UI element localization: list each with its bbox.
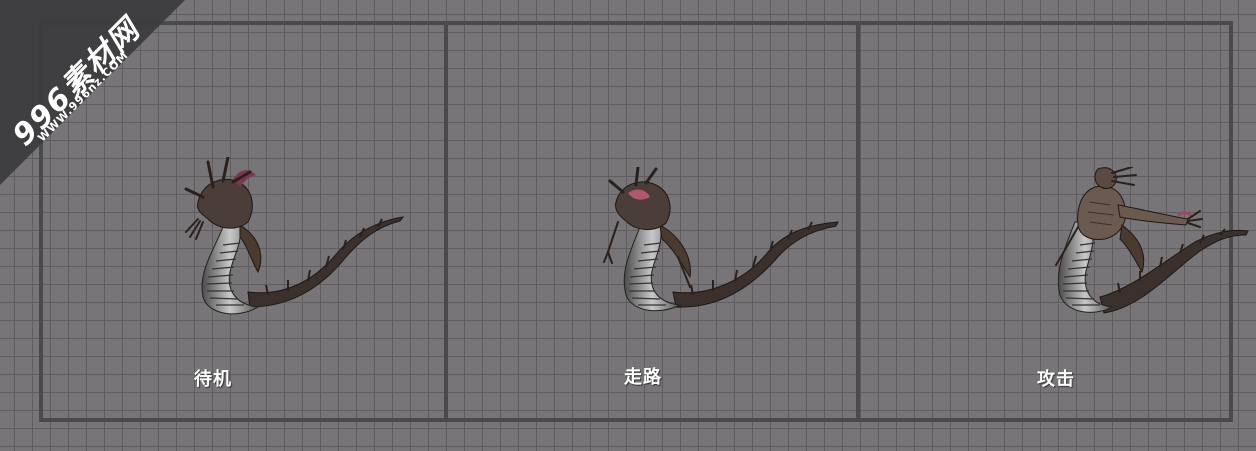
serpent-sprite-walk xyxy=(603,167,839,312)
label-attack: 攻击 xyxy=(1037,369,1075,390)
watermark: 996素材网 WWW.996nz.COM xyxy=(0,0,200,200)
label-walk: 走路 xyxy=(624,367,662,388)
serpent-sprite-idle xyxy=(184,157,405,315)
panel-attack: 攻击 xyxy=(860,25,1249,418)
label-idle: 待机 xyxy=(194,369,232,390)
panel-walk: 走路 xyxy=(448,25,856,418)
serpent-sprite-attack xyxy=(1055,167,1249,314)
